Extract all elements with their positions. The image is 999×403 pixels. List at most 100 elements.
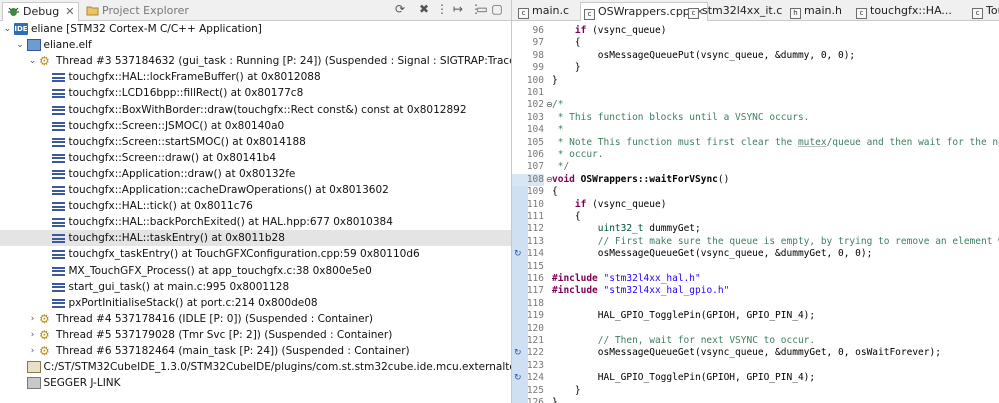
- tree-row-label: touchgfx_taskEntry() at TouchGFXConfigur…: [68, 248, 420, 261]
- c-file-icon: c: [856, 8, 867, 19]
- code-line[interactable]: /*: [552, 99, 563, 111]
- code-line[interactable]: {: [552, 211, 581, 223]
- expand-arrow-icon[interactable]: ›: [28, 311, 37, 327]
- tree-row[interactable]: touchgfx::HAL::tick() at 0x8011c76: [0, 198, 511, 214]
- expand-arrow-icon[interactable]: ›: [28, 343, 37, 359]
- tree-row[interactable]: ⌄ IDE eliane [STM32 Cortex-M C/C++ Applica…: [0, 21, 511, 37]
- tree-row[interactable]: touchgfx::Application::cacheDrawOperatio…: [0, 182, 511, 198]
- tree-row[interactable]: › ⚙ Thread #5 537179028 (Tmr Svc [P: 2]) (…: [0, 327, 511, 343]
- code-line[interactable]: uint32_t dummyGet;: [552, 223, 701, 235]
- tab-debug[interactable]: Debug ✕: [2, 2, 80, 21]
- line-number: 123: [526, 359, 544, 371]
- tree-row[interactable]: touchgfx::Screen::draw() at 0x80141b4: [0, 150, 511, 166]
- code-line[interactable]: #include "stm32l4xx_hal_gpio.h": [552, 285, 729, 297]
- tree-row-label: Thread #3 537184632 (gui_task : Running …: [56, 55, 511, 68]
- code-line[interactable]: void OSWrappers::waitForVSync(): [552, 174, 729, 186]
- remove-terminated-icon[interactable]: ✖: [417, 2, 431, 16]
- refresh-icon[interactable]: ⟳: [393, 2, 407, 16]
- tree-row[interactable]: touchgfx::HAL::taskEntry() at 0x8011b28: [0, 230, 511, 247]
- expand-arrow-icon[interactable]: ›: [28, 327, 37, 343]
- stack-frame-icon: [51, 153, 65, 163]
- code-line[interactable]: {: [552, 186, 558, 198]
- line-number: 96: [532, 25, 544, 36]
- code-line[interactable]: }: [552, 75, 558, 87]
- tree-row[interactable]: touchgfx::LCD16bpp::fillRect() at 0x8017…: [0, 85, 511, 101]
- tree-row[interactable]: MX_TouchGFX_Process() at app_touchgfx.c:…: [0, 263, 511, 279]
- tree-row[interactable]: touchgfx::HAL::backPorchExited() at HAL.…: [0, 214, 511, 230]
- code-line[interactable]: osMessageQueueGet(vsync_queue, &dummyGet…: [552, 347, 941, 359]
- code-line[interactable]: // First make sure the queue is empty, b…: [552, 236, 999, 248]
- tree-row[interactable]: › ⚙ Thread #6 537182464 (main_task [P: 24]…: [0, 343, 511, 359]
- c-file-icon: c: [584, 9, 595, 20]
- line-number: 102: [526, 99, 544, 111]
- line-number: 112: [526, 223, 544, 235]
- code-line[interactable]: */: [552, 161, 569, 173]
- code-line[interactable]: * This function blocks until a VSYNC occ…: [552, 112, 810, 124]
- editor-tab[interactable]: h main.h: [790, 2, 842, 19]
- code-line[interactable]: // Then, wait for next VSYNC to occur.: [552, 335, 815, 347]
- editor-tab-label: main.h: [804, 4, 842, 17]
- code-line[interactable]: if (vsync_queue): [552, 25, 667, 37]
- tree-row-label: touchgfx::HAL::backPorchExited() at HAL.…: [68, 216, 393, 229]
- maximize-icon[interactable]: ▢: [490, 2, 504, 16]
- tree-row[interactable]: touchgfx::BoxWithBorder::draw(touchgfx::…: [0, 102, 511, 118]
- tree-row[interactable]: touchgfx::HAL::lockFrameBuffer() at 0x80…: [0, 69, 511, 85]
- tree-row[interactable]: touchgfx::Screen::startSMOC() at 0x80141…: [0, 134, 511, 150]
- code-line[interactable]: osMessageQueuePut(vsync_queue, &dummy, 0…: [552, 50, 855, 62]
- code-line[interactable]: }: [552, 62, 581, 74]
- filter-icon[interactable]: ⋮: [435, 2, 449, 16]
- code-line[interactable]: *: [552, 124, 564, 136]
- editor-tab[interactable]: cTou: [972, 2, 999, 19]
- close-icon[interactable]: ✕: [65, 5, 74, 18]
- tab-project-explorer[interactable]: Project Explorer: [86, 2, 189, 19]
- code-line[interactable]: osMessageQueueGet(vsync_queue, &dummyGet…: [552, 248, 873, 260]
- line-number: 104: [526, 124, 544, 136]
- tree-row[interactable]: touchgfx_taskEntry() at TouchGFXConfigur…: [0, 246, 511, 262]
- tree-row[interactable]: C:/ST/STM32CubeIDE_1.3.0/STM32CubeIDE/pl…: [0, 359, 511, 375]
- stack-frame-icon: [51, 282, 65, 292]
- c-file-icon: c: [688, 8, 699, 19]
- tree-row[interactable]: › ⚙ Thread #4 537178416 (IDLE [P: 0]) (Sus…: [0, 311, 511, 327]
- code-line[interactable]: * Note This function must first clear th…: [552, 137, 999, 149]
- tree-row-label: touchgfx::HAL::tick() at 0x8011c76: [68, 200, 253, 213]
- tree-row[interactable]: pxPortInitialiseStack() at port.c:214 0x…: [0, 295, 511, 311]
- stack-frame-icon: [51, 298, 65, 308]
- bug-icon: [7, 5, 20, 17]
- line-number: 99: [532, 62, 544, 74]
- code-line[interactable]: HAL_GPIO_TogglePin(GPIOH, GPIO_PIN_4);: [552, 310, 815, 322]
- line-number: 97: [532, 37, 544, 49]
- editor-tab[interactable]: c stm32l4xx_it.c: [688, 2, 782, 19]
- tree-row[interactable]: ⌄ eliane.elf: [0, 37, 511, 53]
- line-number: 119: [526, 310, 544, 322]
- code-line[interactable]: }: [552, 385, 581, 397]
- code-line[interactable]: HAL_GPIO_TogglePin(GPIOH, GPIO_PIN_4);: [552, 372, 815, 384]
- tab-project-explorer-label: Project Explorer: [102, 4, 189, 17]
- line-number: 115: [526, 260, 544, 272]
- line-number: 117: [526, 285, 544, 297]
- tree-row[interactable]: touchgfx::Screen::JSMOC() at 0x80140a0: [0, 118, 511, 134]
- collapse-arrow-icon[interactable]: ⌄: [3, 21, 12, 37]
- editor-tab-label: Tou: [986, 4, 999, 17]
- tree-row-label: Thread #4 537178416 (IDLE [P: 0]) (Suspe…: [56, 312, 374, 325]
- code-line[interactable]: if (vsync_queue): [552, 199, 667, 211]
- code-line[interactable]: * occur.: [552, 149, 604, 161]
- stack-frame-icon: [51, 218, 65, 228]
- tree-row[interactable]: touchgfx::Application::draw() at 0x80132…: [0, 166, 511, 182]
- tree-row[interactable]: SEGGER J-LINK: [0, 375, 511, 391]
- line-number: 124: [526, 372, 544, 384]
- code-line[interactable]: #include "stm32l4xx_hal.h": [552, 273, 701, 285]
- code-line[interactable]: }: [552, 397, 558, 403]
- tree-row-label: touchgfx::Screen::draw() at 0x80141b4: [68, 151, 277, 164]
- collapse-arrow-icon[interactable]: ⌄: [16, 37, 25, 53]
- editor-tab[interactable]: c main.c: [518, 2, 569, 19]
- step-into-icon[interactable]: ↦: [451, 2, 465, 16]
- code-line[interactable]: {: [552, 37, 581, 49]
- collapse-arrow-icon[interactable]: ⌄: [28, 53, 37, 69]
- editor-tab[interactable]: c touchgfx::HA...: [856, 2, 952, 19]
- debug-view: Debug ✕ Project Explorer ⟳ ✖ ⋮ ↦ ⋮ ▭ ▢ ⌄ I…: [0, 0, 512, 403]
- thread-icon: ⚙: [39, 54, 50, 69]
- minimize-icon[interactable]: ▭: [475, 2, 489, 16]
- tree-row[interactable]: ⌄ ⚙ Thread #3 537184632 (gui_task : Runnin…: [0, 53, 511, 69]
- stack-frame-icon: [51, 234, 65, 244]
- tree-row[interactable]: start_gui_task() at main.c:995 0x8001128: [0, 279, 511, 295]
